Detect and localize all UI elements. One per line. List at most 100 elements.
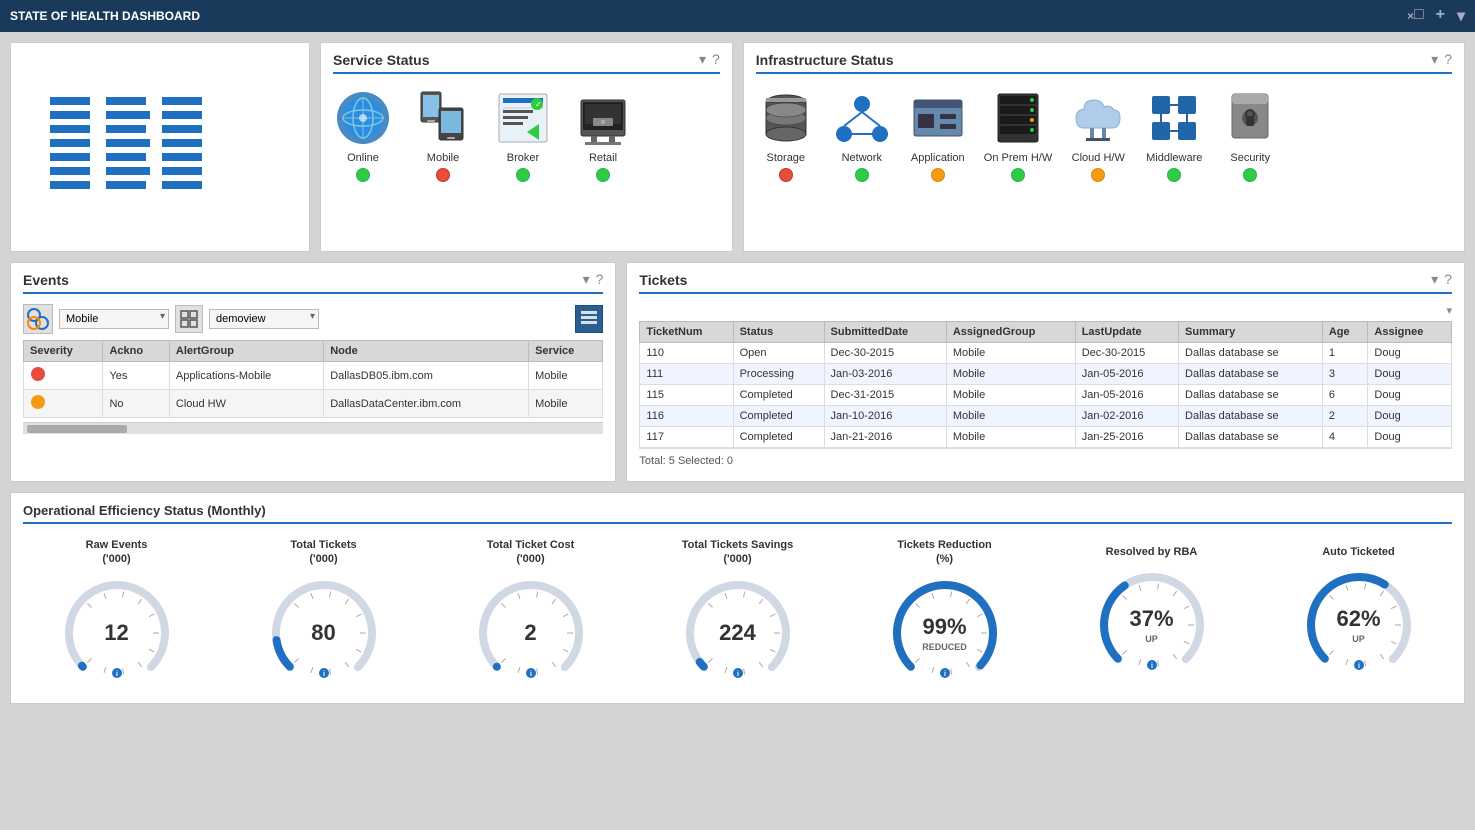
retail-icon — [573, 88, 633, 148]
table-row[interactable]: Yes Applications-Mobile DallasDB05.ibm.c… — [24, 362, 603, 390]
events-config-icon[interactable] — [575, 305, 603, 333]
events-filter-wrapper[interactable]: Mobile Online All — [59, 309, 169, 329]
middleware-label: Middleware — [1146, 152, 1202, 164]
gauge-container: i 62% UP — [1299, 565, 1419, 685]
ticket-num: 116 — [640, 406, 733, 427]
tickets-col-update: LastUpdate — [1075, 322, 1178, 343]
svg-text:i: i — [530, 671, 532, 678]
events-title: Events — [23, 272, 69, 288]
storage-label: Storage — [767, 152, 806, 164]
new-tab-icon[interactable]: □ — [1414, 6, 1424, 26]
table-row[interactable]: 111 Processing Jan-03-2016 Mobile Jan-05… — [640, 364, 1452, 385]
ibm-logo — [50, 97, 270, 197]
events-panel: Events ▾ ? Mobile Online — [10, 262, 616, 482]
gauge-title: Resolved by RBA — [1106, 545, 1198, 559]
ticket-update: Jan-05-2016 — [1075, 364, 1178, 385]
node-cell: DallasDataCenter.ibm.com — [324, 390, 529, 418]
gauge-sub: REDUCED — [922, 642, 967, 652]
svg-text:i: i — [1151, 663, 1153, 670]
ticket-status: Processing — [733, 364, 824, 385]
service-icons-row: Online Mobile — [333, 84, 720, 186]
gauge-sub: UP — [1336, 634, 1380, 644]
events-filter-icon[interactable] — [23, 304, 53, 334]
tickets-help-icon[interactable]: ? — [1444, 271, 1452, 288]
events-dropdown-icon[interactable]: ▾ — [583, 271, 590, 288]
svg-text:i: i — [116, 671, 118, 678]
gauge-value: 224 — [719, 620, 756, 646]
service-header-icons: ▾ ? — [699, 51, 720, 68]
events-grid-icon[interactable] — [175, 305, 203, 333]
events-col-ackno: Ackno — [103, 341, 169, 362]
tickets-col-assignee: Assignee — [1368, 322, 1452, 343]
ticket-status: Open — [733, 343, 824, 364]
tickets-filter-dropdown[interactable]: ▾ — [1446, 304, 1452, 317]
gauge-value: 12 — [104, 620, 128, 646]
service-status-title: Service Status — [333, 52, 430, 68]
events-scrollbar-thumb[interactable] — [27, 425, 127, 433]
gauge-container: i 37% UP — [1092, 565, 1212, 685]
gauge-title: Tickets Reduction(%) — [897, 538, 992, 567]
infra-status-header: Infrastructure Status ▾ ? — [756, 51, 1452, 74]
events-scrollbar[interactable] — [23, 422, 603, 434]
broker-icon: ✓ — [493, 88, 553, 148]
top-row: Service Status ▾ ? — [10, 42, 1465, 252]
storage-status — [779, 168, 793, 182]
gauge-title: Total Tickets('000) — [290, 538, 356, 567]
online-status — [356, 168, 370, 182]
gauge-value: 2 — [524, 620, 536, 646]
operational-title: Operational Efficiency Status (Monthly) — [23, 503, 1452, 524]
ticket-summary: Dallas database se — [1179, 343, 1323, 364]
ticket-update: Jan-05-2016 — [1075, 385, 1178, 406]
infra-help-icon[interactable]: ? — [1444, 51, 1452, 68]
service-help-icon[interactable]: ? — [712, 51, 720, 68]
tickets-header-icons: ▾ ? — [1431, 271, 1452, 288]
node-cell: DallasDB05.ibm.com — [324, 362, 529, 390]
table-row[interactable]: 117 Completed Jan-21-2016 Mobile Jan-25-… — [640, 427, 1452, 448]
service-dropdown-icon[interactable]: ▾ — [699, 51, 706, 68]
table-row[interactable]: 110 Open Dec-30-2015 Mobile Dec-30-2015 … — [640, 343, 1452, 364]
service-cell: Mobile — [529, 390, 603, 418]
onprem-status — [1011, 168, 1025, 182]
table-row[interactable]: 116 Completed Jan-10-2016 Mobile Jan-02-… — [640, 406, 1452, 427]
gauge-item: Total Tickets('000) i 80 — [264, 538, 384, 693]
ticket-age: 2 — [1322, 406, 1368, 427]
events-view-select[interactable]: demoview default — [209, 309, 319, 329]
alertgroup-cell: Cloud HW — [169, 390, 323, 418]
cloud-icon — [1068, 88, 1128, 148]
mobile-icon — [413, 88, 473, 148]
tickets-title: Tickets — [639, 272, 687, 288]
add-tab-icon[interactable]: + — [1436, 6, 1445, 26]
service-item-mobile: Mobile — [413, 88, 473, 182]
ticket-num: 117 — [640, 427, 733, 448]
menu-icon[interactable]: ▾ — [1457, 6, 1465, 26]
ibm-logo-panel — [10, 42, 310, 252]
service-item-retail: Retail — [573, 88, 633, 182]
service-item-online: Online — [333, 88, 393, 182]
events-view-wrapper[interactable]: demoview default — [209, 309, 319, 329]
application-status — [931, 168, 945, 182]
ticket-num: 111 — [640, 364, 733, 385]
tickets-dropdown-icon[interactable]: ▾ — [1431, 271, 1438, 288]
middle-row: Events ▾ ? Mobile Online — [10, 262, 1465, 482]
service-status-header: Service Status ▾ ? — [333, 51, 720, 74]
tickets-col-group: AssignedGroup — [946, 322, 1075, 343]
tickets-table: TicketNum Status SubmittedDate AssignedG… — [639, 321, 1452, 448]
broker-status — [516, 168, 530, 182]
tab-close-button[interactable]: × — [1407, 9, 1414, 23]
events-filter-select[interactable]: Mobile Online All — [59, 309, 169, 329]
ticket-summary: Dallas database se — [1179, 427, 1323, 448]
onprem-icon — [988, 88, 1048, 148]
tickets-col-submitted: SubmittedDate — [824, 322, 946, 343]
security-label: Security — [1230, 152, 1270, 164]
events-help-icon[interactable]: ? — [596, 271, 604, 288]
retail-status — [596, 168, 610, 182]
gauge-title: Raw Events('000) — [86, 538, 148, 567]
infra-dropdown-icon[interactable]: ▾ — [1431, 51, 1438, 68]
infra-item-security: Security — [1220, 88, 1280, 182]
main-content: Service Status ▾ ? — [0, 32, 1475, 830]
table-row[interactable]: 115 Completed Dec-31-2015 Mobile Jan-05-… — [640, 385, 1452, 406]
service-item-broker: ✓ Broker — [493, 88, 553, 182]
table-row[interactable]: No Cloud HW DallasDataCenter.ibm.com Mob… — [24, 390, 603, 418]
gauge-value: 37% UP — [1129, 606, 1173, 644]
cloud-status — [1091, 168, 1105, 182]
